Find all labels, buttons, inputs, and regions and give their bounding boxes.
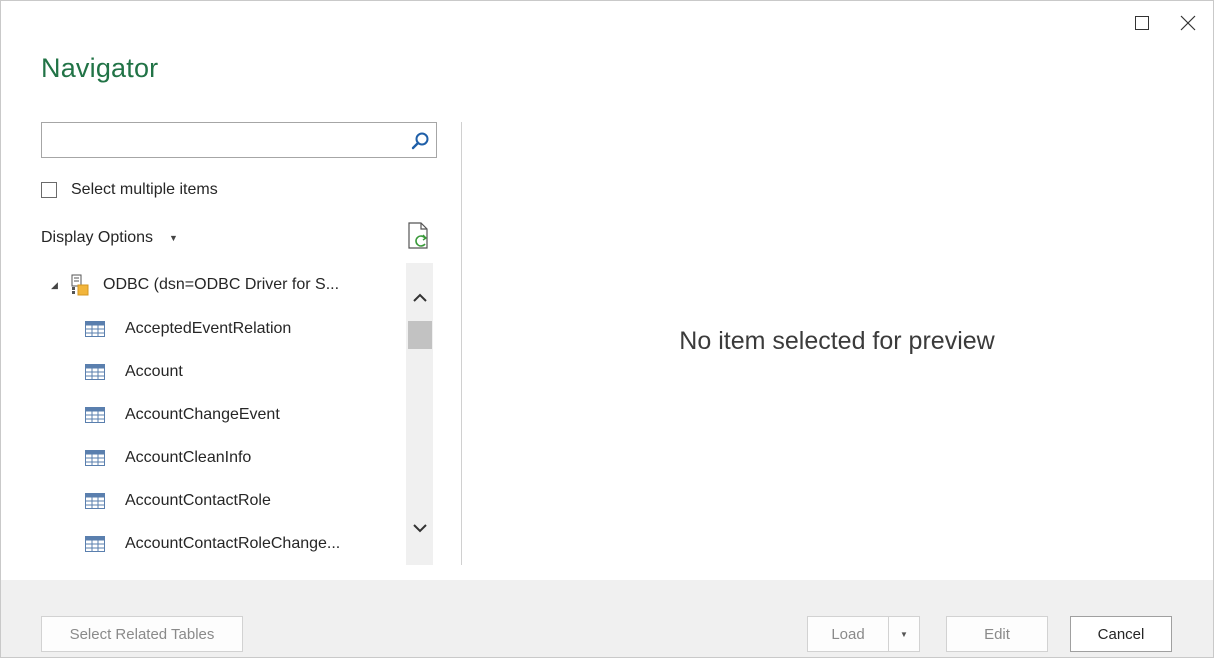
table-row[interactable]: AccountChangeEvent [41, 393, 405, 436]
table-row[interactable]: AccountContactRole [41, 479, 405, 522]
edit-button[interactable]: Edit [946, 616, 1048, 652]
table-label: AcceptedEventRelation [125, 319, 292, 337]
scroll-down-button[interactable] [406, 513, 433, 543]
select-multiple-checkbox[interactable] [41, 182, 57, 198]
close-icon [1180, 15, 1196, 31]
footer-bar: Select Related Tables Load ▼ Edit Cancel [1, 580, 1213, 657]
preview-message: No item selected for preview [679, 327, 995, 355]
table-label: AccountChangeEvent [125, 405, 280, 423]
navigator-window: Navigator Select multiple items Display … [0, 0, 1214, 658]
load-dropdown-button[interactable]: ▼ [888, 616, 920, 652]
page-title: Navigator [41, 53, 159, 83]
table-row[interactable]: AcceptedEventRelation [41, 307, 405, 350]
table-label: AccountContactRoleChange... [125, 534, 341, 552]
search-box[interactable] [41, 122, 437, 158]
display-options-label: Display Options [41, 229, 154, 246]
maximize-icon [1135, 16, 1149, 30]
select-multiple-row[interactable]: Select multiple items [41, 179, 218, 201]
refresh-document-icon[interactable] [405, 221, 431, 251]
collapse-icon[interactable]: ◢ [51, 280, 61, 291]
chevron-down-icon [413, 524, 427, 533]
scroll-thumb[interactable] [408, 321, 432, 349]
table-icon [85, 363, 105, 380]
tree-list: ◢ ODBC (dsn=ODBC Driver for S... Accepte… [41, 263, 405, 565]
table-icon [85, 406, 105, 423]
cancel-button[interactable]: Cancel [1070, 616, 1172, 652]
table-icon [85, 320, 105, 337]
tree-root-node[interactable]: ◢ ODBC (dsn=ODBC Driver for S... [41, 263, 405, 307]
select-related-tables-button[interactable]: Select Related Tables [41, 616, 243, 652]
display-options-dropdown[interactable]: Display Options ▼ [41, 227, 178, 249]
maximize-button[interactable] [1125, 9, 1159, 37]
table-label: AccountCleanInfo [125, 448, 252, 466]
table-label: Account [125, 362, 183, 380]
load-button[interactable]: Load [807, 616, 889, 652]
close-button[interactable] [1171, 9, 1205, 37]
chevron-up-icon [413, 293, 427, 302]
chevron-down-icon: ▼ [900, 629, 908, 639]
select-multiple-label: Select multiple items [71, 181, 218, 198]
chevron-down-icon: ▼ [169, 233, 178, 243]
table-icon [85, 449, 105, 466]
database-icon [71, 274, 89, 296]
table-label: AccountContactRole [125, 491, 271, 509]
table-row[interactable]: AccountContactRoleChange... [41, 522, 405, 565]
scroll-up-button[interactable] [406, 283, 433, 313]
search-input[interactable] [42, 123, 418, 157]
table-row[interactable]: AccountCleanInfo [41, 436, 405, 479]
table-icon [85, 535, 105, 552]
table-icon [85, 492, 105, 509]
tree-root-label: ODBC (dsn=ODBC Driver for S... [103, 276, 340, 293]
table-row[interactable]: Account [41, 350, 405, 393]
navigator-tree: ◢ ODBC (dsn=ODBC Driver for S... Accepte… [41, 263, 433, 565]
search-icon[interactable] [410, 131, 430, 151]
tree-scrollbar[interactable] [406, 263, 433, 565]
